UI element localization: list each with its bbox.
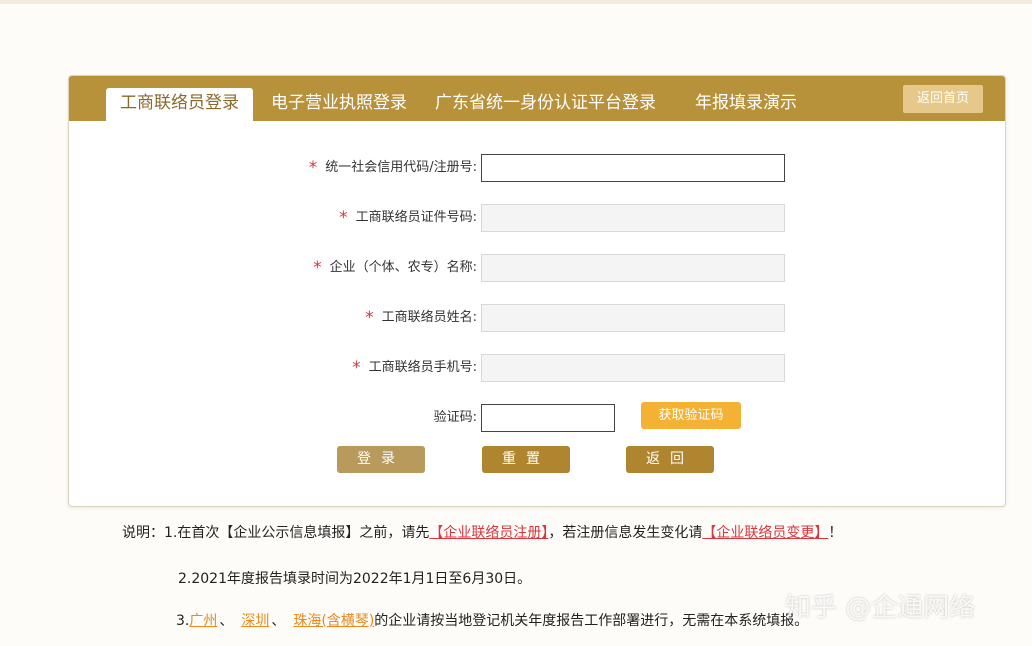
- note-line-1: 说明：1.在首次【企业公示信息填报】之前，请先【企业联络员注册】，若注册信息发生…: [122, 522, 842, 542]
- id-number-row: * 工商联络员证件号码:: [69, 204, 1005, 232]
- credit-code-label: 统一社会信用代码/注册号:: [325, 160, 477, 175]
- captcha-label: 验证码:: [433, 410, 477, 425]
- note-3-sep: 、: [219, 613, 234, 629]
- id-number-label: 工商联络员证件号码:: [355, 210, 477, 225]
- tab-contact-login[interactable]: 工商联络员登录: [106, 88, 253, 121]
- note-1-text: 说明：1.在首次【企业公示信息填报】之前，请先: [122, 525, 430, 541]
- required-star: *: [352, 358, 361, 378]
- note-3-suffix: 的企业请按当地登记机关年度报告工作部署进行，无需在本系统填报。: [374, 613, 809, 629]
- login-button[interactable]: 登录: [337, 446, 425, 473]
- id-number-label-wrap: * 工商联络员证件号码:: [339, 204, 477, 232]
- zhuhai-link[interactable]: 珠海(含横琴): [293, 613, 374, 629]
- login-panel: 工商联络员登录 电子营业执照登录 广东省统一身份认证平台登录 年报填录演示 返回…: [68, 75, 1006, 507]
- watermark: 知乎 @企通网络: [785, 593, 976, 623]
- enterprise-name-input[interactable]: [481, 254, 785, 282]
- note-line-3: 3.广州、深圳、珠海(含横琴)的企业请按当地登记机关年度报告工作部署进行，无需在…: [176, 610, 808, 630]
- get-code-button[interactable]: 获取验证码: [641, 402, 741, 429]
- phone-label: 工商联络员手机号:: [368, 360, 477, 375]
- reset-button[interactable]: 重置: [482, 446, 570, 473]
- note-3-sep: 、: [271, 613, 286, 629]
- tab-business-license-login[interactable]: 电子营业执照登录: [271, 88, 407, 121]
- tab-bar: 工商联络员登录 电子营业执照登录 广东省统一身份认证平台登录 年报填录演示 返回…: [69, 76, 1005, 121]
- phone-row: * 工商联络员手机号:: [69, 354, 1005, 382]
- captcha-row: 验证码: 获取验证码: [69, 402, 1005, 432]
- contact-change-link[interactable]: 【企业联络员变更】: [702, 525, 828, 541]
- return-home-button[interactable]: 返回首页: [903, 85, 983, 113]
- credit-code-row: * 统一社会信用代码/注册号:: [69, 154, 1005, 182]
- back-button[interactable]: 返回: [626, 446, 714, 473]
- guangzhou-link[interactable]: 广州: [189, 613, 217, 629]
- credit-code-input[interactable]: [481, 154, 785, 182]
- contact-register-link[interactable]: 【企业联络员注册】: [429, 525, 548, 541]
- enterprise-name-label-wrap: * 企业（个体、农专）名称:: [313, 254, 477, 282]
- tab-report-demo[interactable]: 年报填录演示: [695, 88, 797, 121]
- contact-name-label-wrap: * 工商联络员姓名:: [365, 304, 477, 332]
- top-strip: [0, 0, 1032, 4]
- required-star: *: [308, 158, 318, 178]
- shenzhen-link[interactable]: 深圳: [241, 613, 269, 629]
- note-3-prefix: 3.: [176, 613, 190, 629]
- tab-unified-identity-login[interactable]: 广东省统一身份认证平台登录: [435, 88, 656, 121]
- id-number-input[interactable]: [481, 204, 785, 232]
- captcha-label-wrap: 验证码:: [434, 404, 477, 432]
- phone-input[interactable]: [481, 354, 785, 382]
- contact-name-label: 工商联络员姓名:: [381, 310, 477, 325]
- phone-label-wrap: * 工商联络员手机号:: [352, 354, 477, 382]
- required-star: *: [313, 258, 322, 278]
- captcha-input[interactable]: [481, 404, 615, 432]
- note-1-middle: ，若注册信息发生变化请: [548, 525, 703, 541]
- contact-name-input[interactable]: [481, 304, 785, 332]
- note-line-2: 2.2021年度报告填录时间为2022年1月1日至6月30日。: [178, 571, 532, 587]
- enterprise-name-row: * 企业（个体、农专）名称:: [69, 254, 1005, 282]
- credit-code-label-wrap: * 统一社会信用代码/注册号:: [309, 154, 477, 182]
- enterprise-name-label: 企业（个体、农专）名称:: [329, 260, 477, 275]
- note-1-suffix: ！: [828, 525, 843, 541]
- contact-name-row: * 工商联络员姓名:: [69, 304, 1005, 332]
- required-star: *: [365, 308, 374, 328]
- required-star: *: [339, 208, 348, 228]
